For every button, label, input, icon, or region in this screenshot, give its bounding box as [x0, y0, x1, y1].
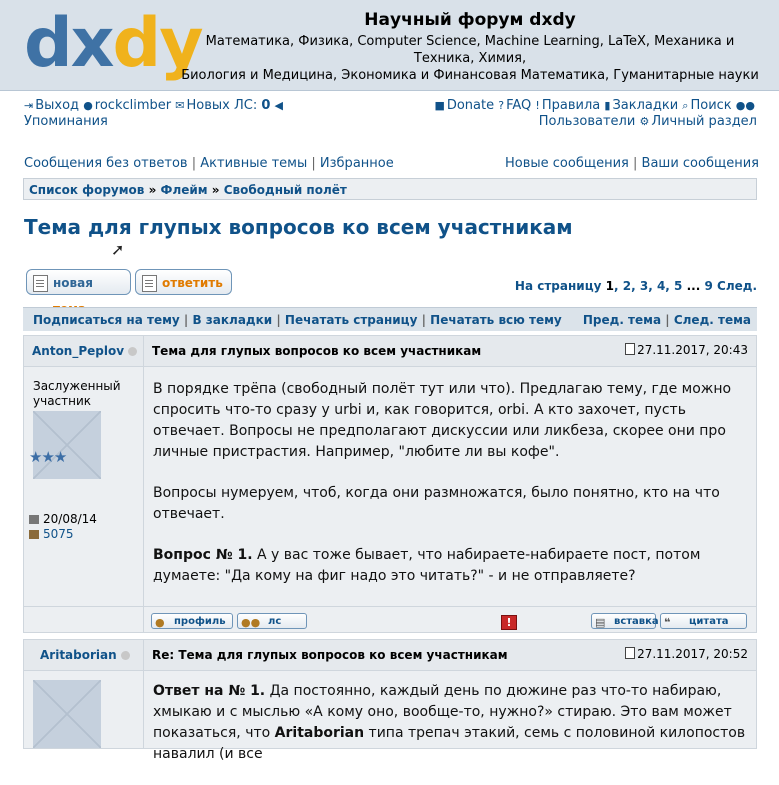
post-icon — [625, 647, 636, 659]
insert-quote-button[interactable]: ▤ вставка — [591, 613, 659, 629]
reply-button[interactable]: ответить — [135, 269, 232, 295]
topic-actions-bar: Подписаться на тему | В закладки | Печат… — [23, 307, 757, 331]
book-icon: ▮ — [604, 99, 611, 112]
userbar-right: ■ Donate ? FAQ ! Правила ▮ Закладки ⌕ Поиск ●… — [427, 98, 757, 130]
post-subject: Re: Тема для глупых вопросов ко всем уча… — [152, 648, 508, 662]
offline-status-icon — [120, 651, 130, 660]
prev-topic-link[interactable]: Пред. тема — [583, 313, 661, 327]
post-subject: Тема для глупых вопросов ко всем участни… — [152, 344, 482, 358]
post-author[interactable]: Aritaborian — [40, 648, 130, 662]
ucp-link[interactable]: ⚙ Личный раздел — [639, 114, 757, 129]
user-icon: ● — [83, 99, 93, 112]
breadcrumb: Список форумов » Флейм » Свободный полёт — [23, 178, 757, 200]
speech-bubble-icon: ❝ — [664, 616, 671, 629]
join-date: 20/08/14 — [29, 512, 97, 527]
report-icon[interactable]: ! — [501, 615, 517, 630]
post-author[interactable]: Anton_Peplov — [32, 344, 138, 358]
your-posts-link[interactable]: Ваши сообщения — [642, 156, 759, 171]
page-current: 1 — [605, 279, 614, 293]
post-body: В порядке трёпа (свободный полёт тут или… — [153, 381, 732, 584]
pagination: На страницу 1, 2, 3, 4, 5 ... 9 След. — [514, 279, 757, 293]
breadcrumb-free-flight[interactable]: Свободный полёт — [224, 183, 347, 197]
post-count[interactable]: 5075 — [29, 527, 74, 542]
print-page-link[interactable]: Печатать страницу — [285, 313, 417, 327]
profile-button[interactable]: ● профиль — [151, 613, 233, 629]
unanswered-link[interactable]: Сообщения без ответов — [24, 156, 188, 171]
site-header: dxdy Научный форум dxdy Математика, Физи… — [0, 0, 779, 91]
post-icon — [625, 343, 636, 355]
posts-icon — [29, 530, 39, 539]
bookmark-link[interactable]: В закладки — [192, 313, 272, 327]
post: Anton_Peplov Тема для глупых вопросов ко… — [23, 335, 757, 633]
breadcrumb-forum-index[interactable]: Список форумов — [29, 183, 144, 197]
logout-link[interactable]: ⇥ Выход — [24, 98, 79, 113]
document-icon — [142, 275, 157, 292]
page-link[interactable]: 5 — [674, 279, 682, 293]
document-icon: ▤ — [595, 616, 606, 629]
next-topic-link[interactable]: След. тема — [674, 313, 751, 327]
logout-icon: ⇥ — [24, 99, 34, 112]
new-posts-link[interactable]: Новые сообщения — [505, 156, 629, 171]
gift-icon: ■ — [434, 99, 445, 112]
post: Aritaborian Re: Тема для глупых вопросов… — [23, 639, 757, 762]
envelope-icon: ✉ — [175, 99, 185, 112]
users-icon: ●● — [241, 616, 261, 629]
page-link[interactable]: 2 — [623, 279, 631, 293]
avatar — [33, 680, 101, 748]
user-rank: Заслуженный участник — [33, 379, 121, 408]
page-link[interactable]: 9 — [704, 279, 712, 293]
userbar-left: ⇥ Выход ● rockclimber ✉ Новых ЛС: 0 ◀ Упоми… — [24, 98, 354, 130]
faq-link[interactable]: ? FAQ — [498, 98, 531, 113]
new-pm-link[interactable]: ✉ Новых ЛС: 0 — [175, 98, 270, 113]
rules-link[interactable]: ! Правила — [535, 98, 600, 113]
mentions-link[interactable]: Упоминания — [24, 114, 108, 129]
donate-link[interactable]: ■ Donate — [434, 98, 494, 113]
favorites-link[interactable]: Избранное — [320, 156, 394, 171]
calendar-icon — [29, 515, 39, 524]
post-date[interactable]: 27.11.2017, 20:52 — [625, 647, 748, 661]
search-link[interactable]: ⌕ Поиск — [682, 98, 731, 113]
post-footer: ● профиль ●● лс ! ▤ вставка ❝ цитата — [24, 606, 756, 635]
post-date[interactable]: 27.11.2017, 20:43 — [625, 343, 748, 357]
rank-stars-icon: ★★★ — [29, 448, 67, 466]
pm-button[interactable]: ●● лс — [237, 613, 307, 629]
mouse-cursor-icon: ➚ — [111, 240, 125, 259]
print-all-link[interactable]: Печатать всю тему — [430, 313, 562, 327]
users-icon[interactable]: ●● — [736, 98, 755, 114]
active-topics-link[interactable]: Активные темы — [200, 156, 307, 171]
breadcrumb-flame[interactable]: Флейм — [161, 183, 208, 197]
gear-icon: ⚙ — [639, 115, 650, 128]
avatar — [33, 411, 101, 479]
page-link[interactable]: 3 — [640, 279, 648, 293]
megaphone-icon[interactable]: ◀ — [275, 98, 283, 114]
question-icon: ? — [498, 99, 505, 112]
subscribe-link[interactable]: Подписаться на тему — [33, 313, 180, 327]
document-icon — [33, 275, 48, 292]
page-title[interactable]: Тема для глупых вопросов ко всем участни… — [24, 215, 573, 239]
site-description: Математика, Физика, Computer Science, Ma… — [181, 34, 759, 83]
username-link[interactable]: ● rockclimber — [83, 98, 171, 113]
new-topic-button[interactable]: новая тема — [26, 269, 131, 316]
offline-status-icon — [128, 347, 138, 356]
exclamation-icon: ! — [535, 99, 540, 112]
search-icon: ⌕ — [682, 99, 689, 112]
bookmarks-link[interactable]: ▮ Закладки — [604, 98, 678, 113]
quick-nav: Сообщения без ответов | Активные темы | … — [24, 156, 759, 171]
members-link[interactable]: Пользователи — [539, 114, 636, 129]
user-icon: ● — [155, 616, 165, 629]
quote-button[interactable]: ❝ цитата — [660, 613, 747, 629]
post-body: Ответ на № 1. Да постоянно, каждый день … — [153, 683, 746, 762]
next-page-link[interactable]: След. — [717, 279, 757, 293]
site-title: Научный форум dxdy — [364, 10, 576, 30]
page-link[interactable]: 4 — [657, 279, 665, 293]
